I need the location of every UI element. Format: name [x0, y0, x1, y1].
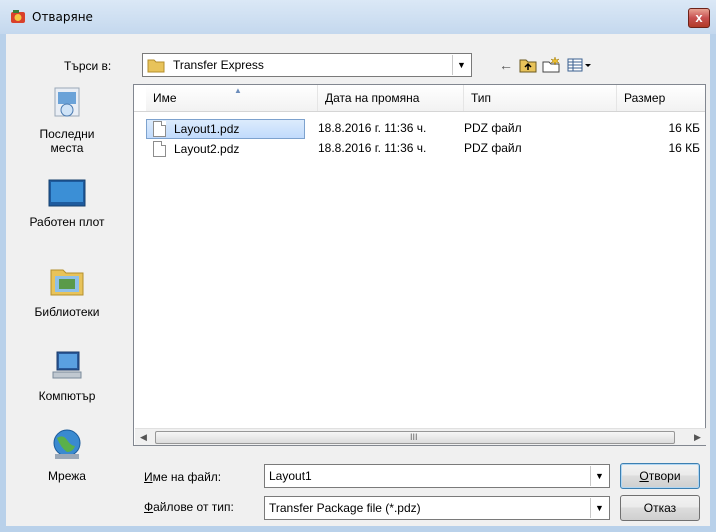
- table-row[interactable]: Layout1.pdz 18.8.2016 г. 11:36 ч. PDZ фа…: [134, 119, 705, 139]
- title-bar: Отваряне x: [0, 0, 716, 34]
- file-name-cell[interactable]: Layout1.pdz: [146, 119, 305, 139]
- place-label: Мрежа: [48, 469, 86, 483]
- computer-icon: [52, 351, 82, 379]
- back-arrow-icon[interactable]: ←: [496, 56, 516, 74]
- cancel-button[interactable]: Отказ: [620, 495, 700, 521]
- chevron-down-icon[interactable]: ▼: [452, 55, 470, 75]
- dialog-body: Търси в: Transfer Express ▼ ← Последни м…: [6, 34, 710, 526]
- file-type: PDZ файл: [464, 141, 522, 155]
- horizontal-scrollbar[interactable]: ◀ III ▶: [135, 428, 706, 445]
- lookin-value: Transfer Express: [173, 58, 264, 72]
- sort-up-icon: ▲: [234, 86, 242, 95]
- open-button[interactable]: Отвори: [620, 463, 700, 489]
- views-menu-icon[interactable]: [566, 56, 592, 74]
- file-icon: [153, 141, 166, 157]
- lookin-label: Търси в:: [64, 59, 112, 73]
- up-folder-icon[interactable]: [518, 56, 538, 74]
- column-type-label: Тип: [471, 91, 492, 105]
- file-name-cell[interactable]: Layout2.pdz: [146, 139, 305, 159]
- folder-icon: [147, 59, 165, 73]
- place-recent[interactable]: Последни места: [12, 86, 122, 155]
- libraries-icon: [50, 269, 84, 296]
- chevron-down-icon[interactable]: ▼: [590, 466, 608, 486]
- column-header-name[interactable]: ▲ Име: [146, 85, 318, 111]
- place-label: Компютър: [38, 389, 96, 403]
- file-list[interactable]: ▲ Име Дата на промяна Тип Размер Layout1…: [133, 84, 706, 446]
- file-date: 18.8.2016 г. 11:36 ч.: [318, 141, 427, 155]
- filename-value: Layout1: [269, 469, 312, 483]
- scroll-left-icon[interactable]: ◀: [135, 429, 152, 446]
- places-bar: Последни места Работен плот Библиотеки К…: [12, 86, 122, 486]
- column-size-label: Размер: [624, 91, 666, 105]
- table-row[interactable]: Layout2.pdz 18.8.2016 г. 11:36 ч. PDZ фа…: [134, 139, 705, 159]
- filetype-select[interactable]: Transfer Package file (*.pdz) ▼: [264, 496, 610, 520]
- network-icon: [53, 429, 81, 459]
- file-icon: [153, 121, 166, 137]
- filetype-label: Файлове от тип:: [144, 500, 234, 514]
- place-libraries[interactable]: Библиотеки: [12, 264, 122, 319]
- new-folder-icon[interactable]: [541, 56, 561, 74]
- column-name-label: Име: [153, 91, 177, 105]
- place-computer[interactable]: Компютър: [12, 348, 122, 403]
- close-button[interactable]: x: [688, 8, 710, 28]
- close-icon: x: [695, 10, 703, 25]
- filename-label: Име на файл:: [144, 470, 222, 484]
- chevron-down-icon[interactable]: ▼: [590, 498, 608, 518]
- scrollbar-thumb[interactable]: III: [155, 431, 675, 444]
- place-label: Последни места: [39, 127, 95, 155]
- file-type: PDZ файл: [464, 121, 522, 135]
- window-title: Отваряне: [32, 10, 93, 24]
- filename-input[interactable]: Layout1 ▼: [264, 464, 610, 488]
- column-header-date[interactable]: Дата на промяна: [318, 85, 464, 111]
- scrollbar-grip: III: [410, 432, 418, 442]
- file-name: Layout1.pdz: [174, 122, 240, 136]
- file-name: Layout2.pdz: [174, 142, 240, 156]
- filetype-value: Transfer Package file (*.pdz): [269, 501, 421, 515]
- desktop-icon: [48, 179, 86, 207]
- header-divider: [134, 111, 705, 112]
- lookin-combo[interactable]: Transfer Express ▼: [142, 53, 472, 77]
- app-icon: [11, 10, 25, 23]
- file-size: 16 КБ: [668, 141, 700, 155]
- file-size: 16 КБ: [668, 121, 700, 135]
- file-date: 18.8.2016 г. 11:36 ч.: [318, 121, 427, 135]
- place-desktop[interactable]: Работен плот: [12, 178, 122, 229]
- place-label: Библиотеки: [34, 305, 100, 319]
- column-header-size[interactable]: Размер: [617, 85, 705, 111]
- column-date-label: Дата на промяна: [325, 91, 420, 105]
- place-label: Работен плот: [29, 215, 105, 229]
- recent-places-icon: [54, 87, 80, 117]
- column-header-type[interactable]: Тип: [464, 85, 617, 111]
- place-network[interactable]: Мрежа: [12, 428, 122, 483]
- scroll-right-icon[interactable]: ▶: [689, 429, 706, 446]
